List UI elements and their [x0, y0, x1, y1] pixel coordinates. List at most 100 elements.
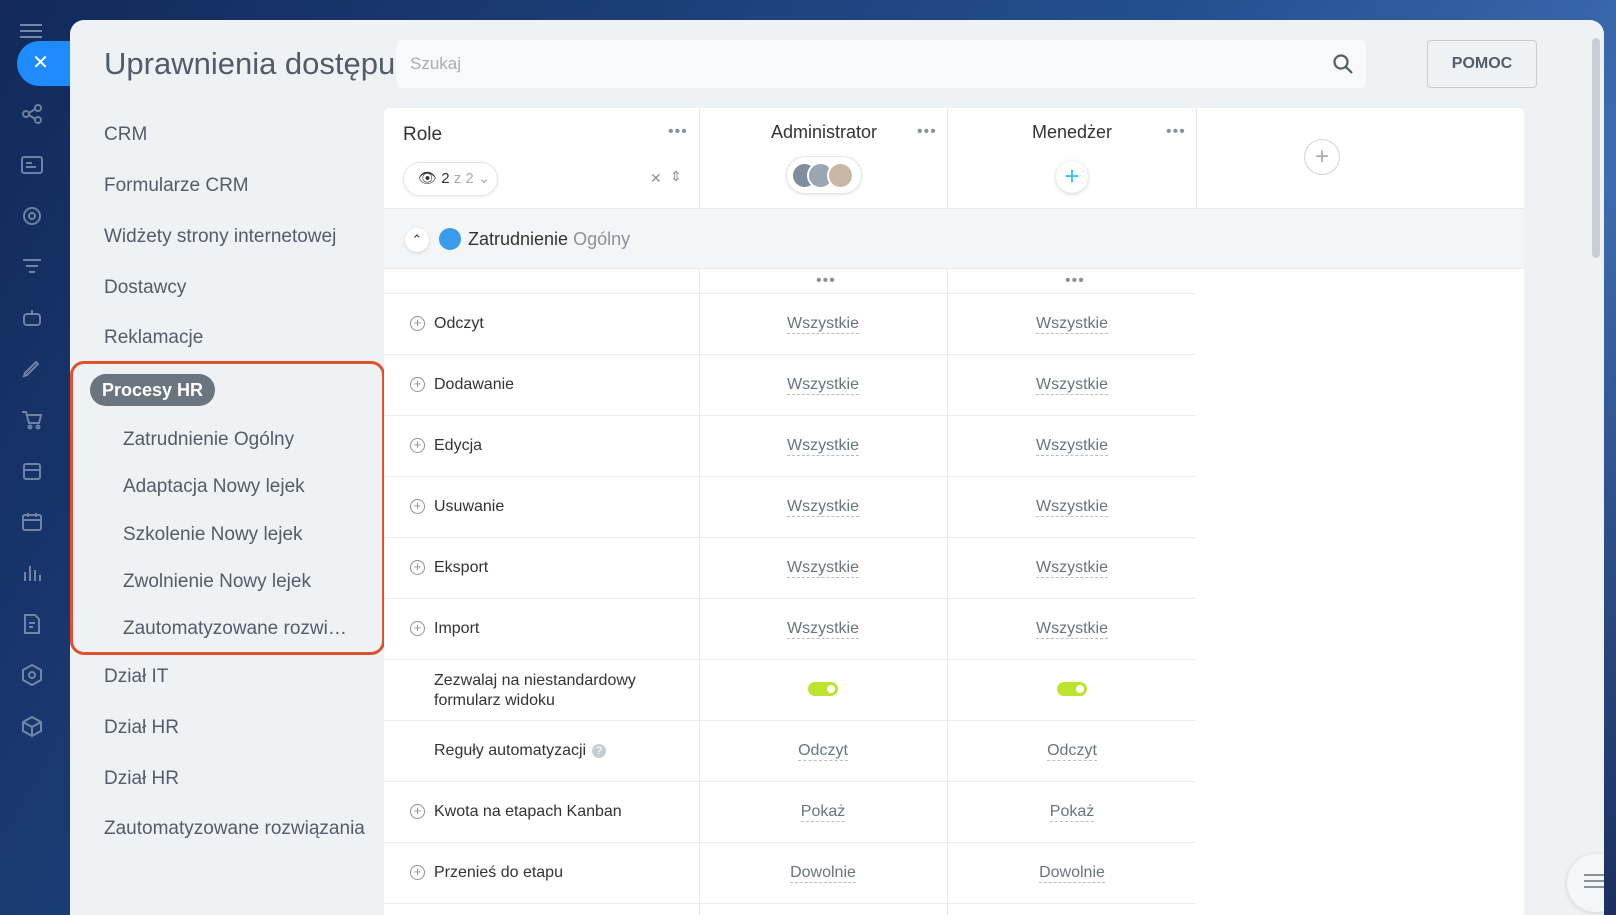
sidebar-item-hr-processes[interactable]: Procesy HR — [90, 374, 216, 406]
row-label: Zezwalaj na niestandardowy formularz wid… — [434, 672, 636, 709]
administrator-members[interactable] — [786, 156, 862, 194]
close-button[interactable]: ✕ — [17, 41, 74, 86]
target-icon[interactable] — [20, 205, 44, 227]
table-row: + Import Wszystkie Wszystkie — [384, 599, 1196, 660]
permission-value[interactable]: Wszystkie — [787, 498, 859, 517]
sidebar-subitem-training[interactable]: Szkolenie Nowy lejek — [123, 524, 303, 546]
row-label: Edycja — [434, 437, 483, 454]
permission-value[interactable]: Wszystkie — [1036, 498, 1108, 517]
row-label: Dodawanie — [434, 376, 515, 393]
chevron-down-icon: ⌄ — [477, 170, 491, 187]
sidebar-item-hr-department[interactable]: Dział HR — [104, 717, 179, 739]
search-input[interactable] — [396, 40, 1296, 88]
collapse-all-icon[interactable]: ✕ — [650, 170, 662, 187]
section-header: ⌃ Zatrudnienie Ogólny — [384, 208, 1524, 269]
permission-value[interactable]: Wszystkie — [787, 437, 859, 456]
sidebar-item-website-widgets[interactable]: Widżety strony internetowej — [104, 226, 336, 248]
table-row: + Przenieś do etapu Dowolnie Dowolnie — [384, 843, 1196, 904]
expand-row-icon[interactable]: + — [410, 804, 425, 819]
bar-chart-icon[interactable] — [20, 562, 44, 584]
expand-row-icon[interactable]: + — [410, 316, 425, 331]
help-icon[interactable]: ? — [592, 744, 607, 758]
administrator-more-icon[interactable]: ••• — [917, 124, 937, 140]
section-title: Zatrudnienie — [468, 229, 569, 249]
sidebar-subitem-hiring[interactable]: Zatrudnienie Ogólny — [123, 429, 294, 451]
administrator-section-more-icon[interactable]: ••• — [816, 273, 836, 289]
table-row: + Usuwanie Wszystkie Wszystkie — [384, 477, 1196, 538]
role-visibility-filter[interactable]: 👁 2 z 2 ⌄ — [403, 162, 498, 196]
access-permissions-panel: Uprawnienia dostępu POMOC CRM Formularze… — [70, 20, 1604, 915]
box-icon[interactable] — [20, 715, 44, 738]
column-manager: Menedżer — [1031, 122, 1113, 142]
permission-value[interactable]: Wszystkie — [787, 376, 859, 395]
filter-total: z 2 — [453, 170, 474, 187]
permission-value[interactable]: Dowolnie — [790, 864, 856, 883]
sidebar-item-complaints[interactable]: Reklamacje — [104, 327, 203, 349]
chevron-up-icon[interactable]: ⌃ — [405, 228, 429, 252]
permission-value[interactable]: Wszystkie — [787, 315, 859, 334]
sidebar-item-crm[interactable]: CRM — [104, 124, 147, 146]
permission-value[interactable]: Pokaż — [1049, 803, 1095, 822]
expand-row-icon[interactable]: + — [410, 865, 425, 880]
chat-button[interactable] — [1567, 854, 1604, 912]
permission-value[interactable]: Wszystkie — [1036, 376, 1108, 395]
search-bar — [396, 40, 1366, 88]
cart-icon[interactable] — [20, 409, 44, 431]
row-label: Usuwanie — [434, 498, 505, 515]
section-subtitle: Ogólny — [573, 229, 631, 249]
avatar — [827, 162, 854, 189]
add-role-button[interactable]: + — [1304, 139, 1340, 175]
contact-card-icon[interactable] — [20, 154, 44, 176]
sidebar-subitem-onboarding[interactable]: Adaptacja Nowy lejek — [123, 476, 305, 498]
expand-row-icon[interactable]: + — [410, 621, 425, 636]
permission-value[interactable]: Wszystkie — [1036, 620, 1108, 639]
document-edit-icon[interactable] — [20, 613, 44, 635]
filter-funnel-icon[interactable] — [20, 256, 44, 278]
menu-icon[interactable] — [20, 24, 42, 38]
permission-value[interactable]: Dowolnie — [1039, 864, 1105, 883]
permission-value[interactable]: Wszystkie — [1036, 315, 1108, 334]
row-label: Reguły automatyzacji — [434, 742, 587, 759]
sidebar-item-suppliers[interactable]: Dostawcy — [104, 277, 186, 299]
row-label: Import — [434, 620, 480, 637]
sidebar-subitem-automated-solutions[interactable]: Zautomatyzowane rozwiązania — [123, 618, 353, 640]
sidebar-subitem-dismissal[interactable]: Zwolnienie Nowy lejek — [123, 571, 311, 593]
expand-row-icon[interactable]: + — [410, 377, 425, 392]
expand-row-icon[interactable]: + — [410, 560, 425, 575]
table-row: + Kwota na etapach Kanban Pokaż Pokaż — [384, 782, 1196, 843]
search-icon[interactable] — [1332, 53, 1354, 75]
sidebar-item-hr-department-2[interactable]: Dział HR — [104, 768, 179, 790]
permission-value[interactable]: Wszystkie — [787, 620, 859, 639]
pen-icon[interactable] — [20, 358, 44, 380]
permission-value[interactable]: Wszystkie — [1036, 559, 1108, 578]
permissions-table: Role ••• 👁 2 z 2 ⌄ ✕ ⇕ Administrator •••… — [384, 108, 1524, 915]
permission-value[interactable]: Wszystkie — [1036, 437, 1108, 456]
sidebar-item-automated-solutions[interactable]: Zautomatyzowane rozwiązania — [104, 818, 365, 840]
filter-shown-count: 2 — [441, 170, 450, 187]
sidebar-item-crm-forms[interactable]: Formularze CRM — [104, 175, 249, 197]
toggle-switch[interactable] — [1057, 682, 1087, 696]
permission-value[interactable]: Wszystkie — [787, 559, 859, 578]
help-button[interactable]: POMOC — [1427, 40, 1537, 88]
table-row: Zezwalaj na niestandardowy formularz wid… — [384, 660, 1196, 721]
hexagon-icon[interactable] — [20, 663, 44, 687]
workflow-icon[interactable] — [20, 103, 44, 125]
expand-all-icon[interactable]: ⇕ — [670, 168, 682, 185]
store-icon[interactable] — [20, 460, 44, 482]
toggle-switch[interactable] — [808, 682, 838, 696]
role-more-icon[interactable]: ••• — [668, 124, 688, 140]
add-member-button[interactable]: + — [1056, 161, 1088, 193]
manager-more-icon[interactable]: ••• — [1166, 124, 1186, 140]
robot-icon[interactable] — [20, 307, 44, 329]
expand-row-icon[interactable]: + — [410, 438, 425, 453]
manager-section-more-icon[interactable]: ••• — [1065, 273, 1085, 289]
scrollbar[interactable] — [1592, 38, 1600, 258]
calendar-icon[interactable] — [20, 511, 44, 533]
sidebar-item-it-department[interactable]: Dział IT — [104, 666, 168, 688]
permission-value[interactable]: Odczyt — [798, 742, 848, 761]
permission-value[interactable]: Odczyt — [1047, 742, 1097, 761]
table-row: + Dodawanie Wszystkie Wszystkie — [384, 355, 1196, 416]
permission-value[interactable]: Pokaż — [800, 803, 846, 822]
table-row: + Odczyt Wszystkie Wszystkie — [384, 294, 1196, 355]
expand-row-icon[interactable]: + — [410, 499, 425, 514]
